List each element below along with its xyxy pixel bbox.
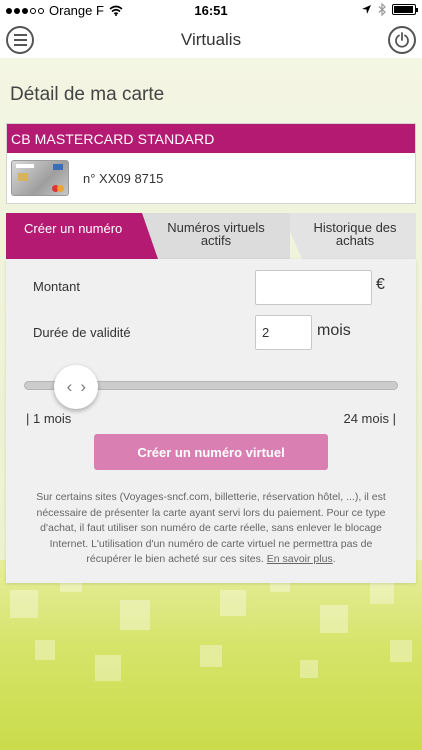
chip-icon	[18, 173, 28, 181]
tab-create-number-label: Créer un numéro	[24, 221, 123, 236]
cb-logo-icon	[53, 164, 63, 170]
navigation-bar: Virtualis	[0, 22, 422, 58]
currency-symbol: €	[376, 276, 385, 293]
amount-label: Montant	[33, 279, 80, 294]
slider-min-label: | 1 mois	[26, 411, 72, 426]
card-number: n° XX09 8715	[83, 171, 164, 186]
tab-active-virtual-numbers-label-line2: actifs	[200, 233, 232, 248]
amount-input[interactable]	[255, 270, 372, 305]
logout-button[interactable]	[388, 26, 416, 54]
create-virtual-number-button[interactable]: Créer un numéro virtuel	[94, 434, 328, 470]
validity-label: Durée de validité	[33, 325, 131, 340]
info-text: Sur certains sites (Voyages-sncf.com, bi…	[26, 490, 396, 568]
page-title: Détail de ma carte	[10, 84, 165, 105]
app-title: Virtualis	[180, 30, 242, 49]
card-panel: CB MASTERCARD STANDARD n° XX09 8715	[6, 123, 416, 204]
tab-active-virtual-numbers[interactable]: Numéros virtuels actifs	[138, 213, 290, 259]
info-period: .	[332, 553, 336, 565]
chevron-left-icon: ‹	[66, 377, 73, 396]
power-icon	[395, 32, 409, 48]
slider-max-label: 24 mois |	[343, 411, 396, 426]
tab-bar: Historique des achats Numéros virtuels a…	[6, 213, 416, 259]
bluetooth-icon	[378, 3, 386, 16]
clock: 16:51	[194, 3, 228, 18]
chevron-right-icon: ›	[80, 377, 87, 396]
tab-create-number[interactable]: Créer un numéro	[6, 213, 158, 259]
learn-more-link[interactable]: En savoir plus	[267, 553, 333, 565]
tab-purchase-history[interactable]: Historique des achats	[282, 213, 416, 259]
card-name: CB MASTERCARD STANDARD	[7, 124, 415, 153]
validity-unit: mois	[317, 322, 351, 339]
location-arrow-icon	[362, 5, 371, 14]
decorative-green-band	[0, 560, 422, 750]
create-number-form: Montant € Durée de validité 2 mois ‹ › |…	[6, 259, 416, 583]
tab-purchase-history-label-line2: achats	[335, 233, 375, 248]
mastercard-logo-icon	[52, 185, 64, 192]
validity-input[interactable]: 2	[255, 315, 312, 350]
battery-icon	[392, 4, 418, 15]
status-bar: Orange F 16:51	[0, 0, 422, 22]
validity-slider-handle[interactable]: ‹ ›	[54, 365, 99, 409]
card-image	[11, 160, 69, 196]
